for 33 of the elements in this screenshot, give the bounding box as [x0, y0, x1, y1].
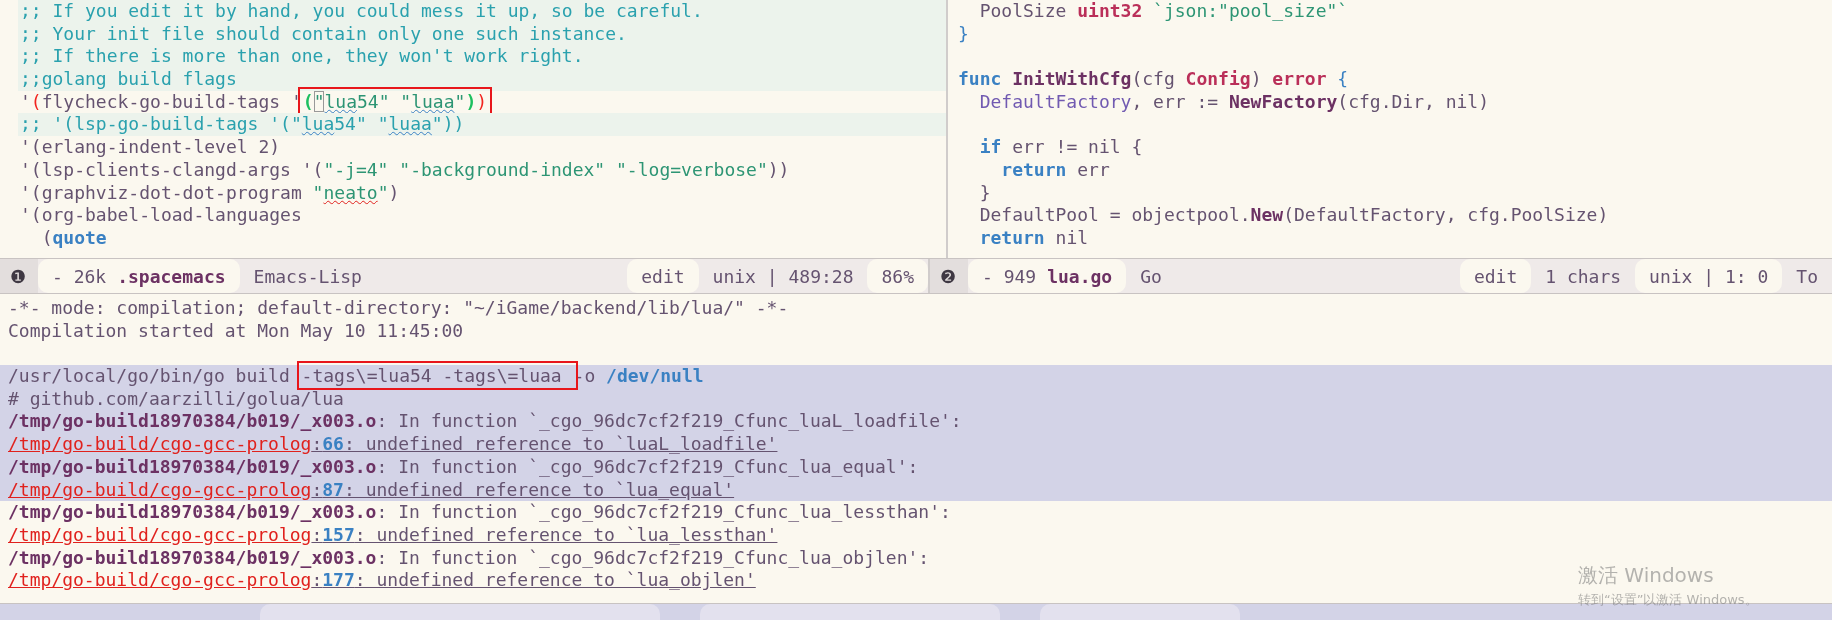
code-line: PoolSize uint32 `json:"pool_size"` — [978, 0, 1349, 23]
code-line: if err != nil { — [978, 136, 1143, 159]
code-line: func InitWithCfg(cfg Config) error { — [957, 68, 1349, 91]
activation-notice-title: 激活 Windows — [1578, 562, 1715, 589]
code-line: /tmp/go-build18970384/b019/_x003.o: In function `_cgo_96dc7cf2f219_Cfunc_lua_lessthan': — [7, 501, 951, 524]
code-line: '(flycheck-go-build-tags '("lua54" "luaa")) — [18, 90, 489, 114]
code-line: DefaultFactory, err := NewFactory(cfg.Dir, nil) — [978, 90, 1490, 114]
code-line: /tmp/go-build18970384/b019/_x003.o: In function `_cgo_96dc7cf2f219_Cfunc_lua_objlen': — [7, 546, 930, 570]
code-line: return nil — [978, 226, 1089, 250]
window-number: ❷ — [930, 259, 968, 293]
buffer-name: lua.go — [1047, 265, 1113, 287]
code-line: '(graphviz-dot-dot-program "neato") — [19, 181, 400, 205]
buffer-name: .spacemacs — [117, 265, 226, 287]
buffer-size: - 949 — [982, 265, 1037, 287]
code-line: DefaultPool = objectpool.New(DefaultFactory, cfg.PoolSize) — [978, 204, 1609, 227]
code-line: '(org-babel-load-languages — [19, 204, 302, 227]
code-line: /tmp/go-build/cgo-gcc-prolog:177: undefined reference to `lua_objlen' — [7, 569, 756, 592]
mode-line-segment: edit — [627, 259, 699, 293]
code-line: (quote — [40, 226, 107, 250]
activation-notice-hint: 转到“设置”以激活 Windows。 — [1578, 591, 1758, 609]
code-line: '(erlang-indent-level 2) — [19, 136, 281, 159]
code-line: return err — [1000, 158, 1110, 182]
mode-line-segment: 86% — [867, 259, 928, 293]
code-line: } — [978, 181, 991, 205]
mode-line-segment: edit — [1459, 259, 1532, 293]
code-line: /tmp/go-build/cgo-gcc-prolog:157: undefined reference to `lua_lessthan' — [7, 523, 778, 547]
code-line: -*- mode: compilation; default-directory: "~/iGame/backend/lib/lua/" -*- — [7, 297, 789, 320]
code-line: } — [957, 22, 969, 46]
code-line: Compilation started at Mon May 10 11:45:00 — [7, 319, 464, 343]
buffer-size: - 26k — [52, 265, 107, 287]
code-line: '(lsp-clients-clangd-args '("-j=4" "-background-index" "-log=verbose")) — [19, 158, 790, 182]
window-number: ❶ — [0, 259, 38, 293]
mode-line-segment: unix | 1: 0 — [1635, 259, 1783, 293]
